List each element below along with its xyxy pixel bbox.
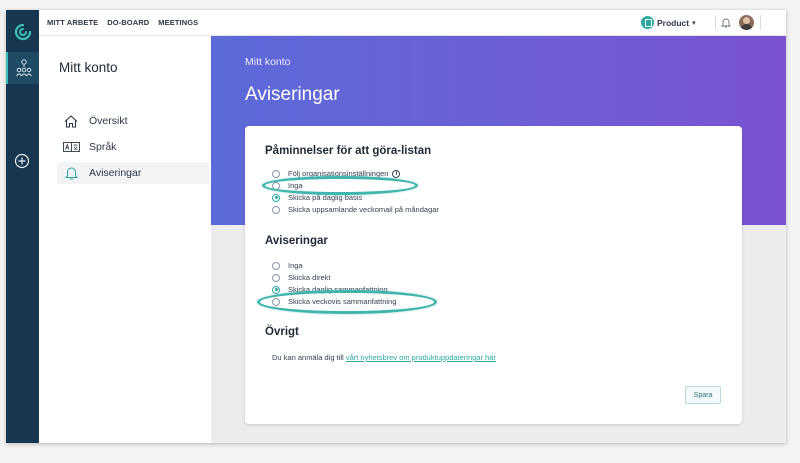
option-label: Inga: [288, 261, 303, 270]
info-icon[interactable]: i: [392, 169, 401, 178]
other-section-title: Övrigt: [265, 326, 299, 338]
divider: [760, 15, 761, 30]
option-label: Skicka direkt: [288, 273, 331, 282]
team-icon: [16, 59, 32, 77]
notification-option-weekly[interactable]: Skicka veckovis sammanfattning: [272, 296, 396, 307]
product-label: Product: [657, 17, 690, 28]
radio-button[interactable]: [272, 205, 280, 214]
radio-button[interactable]: [272, 181, 280, 190]
top-nav: MITT ARBETE DO-BOARD MEETINGS: [47, 18, 198, 27]
option-label: Skicka uppsamlande veckomail på måndagar: [288, 205, 439, 214]
nav-meetings[interactable]: MEETINGS: [158, 18, 198, 27]
add-circle-icon[interactable]: [14, 153, 30, 169]
option-label: Följ organisationsinställningen: [288, 169, 389, 178]
radio-button-checked[interactable]: [272, 285, 280, 294]
notifications-bell-icon[interactable]: [721, 17, 731, 28]
newsletter-prefix: Du kan anmäla dig till: [272, 353, 344, 362]
option-label: Skicka veckovis sammanfattning: [288, 297, 397, 306]
rail-item-team[interactable]: [6, 52, 39, 84]
reminder-option-follow-org[interactable]: Följ organisationsinställningen i: [272, 168, 401, 179]
sidebar-item-label: Aviseringar: [89, 167, 142, 179]
sidebar-item-label: Översikt: [89, 115, 128, 127]
settings-card: Påminnelser för att göra-listan Följ org…: [245, 126, 742, 424]
account-sidebar: Mitt konto Översikt Språk Aviseringar: [39, 36, 211, 443]
sidebar-item-sprak[interactable]: Språk: [57, 136, 209, 158]
newsletter-text: Du kan anmäla dig till vårt nyhetsbrev o…: [272, 353, 496, 362]
notification-option-daily[interactable]: Skicka daglig sammanfattning: [272, 284, 388, 295]
reminder-option-daily[interactable]: Skicka på daglig basis: [272, 192, 362, 203]
app-rail: [6, 10, 39, 443]
page-title: Aviseringar: [245, 84, 340, 105]
bell-icon: [64, 167, 78, 180]
notification-option-direct[interactable]: Skicka direkt: [272, 272, 331, 283]
app-window: MITT ARBETE DO-BOARD MEETINGS Product ▾ …: [6, 10, 786, 443]
language-icon: [62, 142, 80, 152]
radio-button[interactable]: [272, 261, 280, 270]
reminder-option-weekly[interactable]: Skicka uppsamlande veckomail på måndagar: [272, 204, 439, 215]
home-icon: [64, 114, 78, 128]
option-label: Inga: [288, 181, 303, 190]
radio-button[interactable]: [272, 169, 280, 178]
notification-option-none[interactable]: Inga: [272, 260, 303, 271]
reminder-option-none[interactable]: Inga: [272, 180, 303, 191]
radio-button[interactable]: [272, 273, 280, 282]
sidebar-item-aviseringar[interactable]: Aviseringar: [57, 162, 209, 184]
product-icon: [641, 16, 654, 29]
radio-button-checked[interactable]: [272, 193, 280, 202]
reminders-section-title: Påminnelser för att göra-listan: [265, 145, 432, 157]
divider: [715, 15, 716, 30]
sidebar-item-label: Språk: [89, 141, 117, 153]
sidebar-item-oversikt[interactable]: Översikt: [57, 110, 209, 132]
option-label: Skicka på daglig basis: [288, 193, 363, 202]
chevron-down-icon: ▾: [692, 19, 696, 27]
nav-mitt-arbete[interactable]: MITT ARBETE: [47, 18, 98, 27]
sidebar-title: Mitt konto: [59, 60, 118, 75]
breadcrumb[interactable]: Mitt konto: [245, 56, 291, 68]
app-logo-icon[interactable]: [13, 22, 33, 42]
top-bar: MITT ARBETE DO-BOARD MEETINGS Product ▾ …: [39, 10, 786, 36]
notifications-section-title: Aviseringar: [265, 235, 328, 247]
option-label: Skicka daglig sammanfattning: [288, 285, 388, 294]
product-switcher[interactable]: Product ▾: [641, 16, 696, 29]
main-content: Mitt konto Aviseringar Påminnelser för a…: [211, 36, 786, 443]
user-avatar[interactable]: [739, 15, 754, 30]
radio-button[interactable]: [272, 297, 280, 306]
nav-do-board[interactable]: DO-BOARD: [107, 18, 149, 27]
newsletter-link[interactable]: vårt nyhetsbrev om produktuppdateringar …: [346, 353, 496, 362]
save-button[interactable]: Spara: [685, 386, 721, 404]
